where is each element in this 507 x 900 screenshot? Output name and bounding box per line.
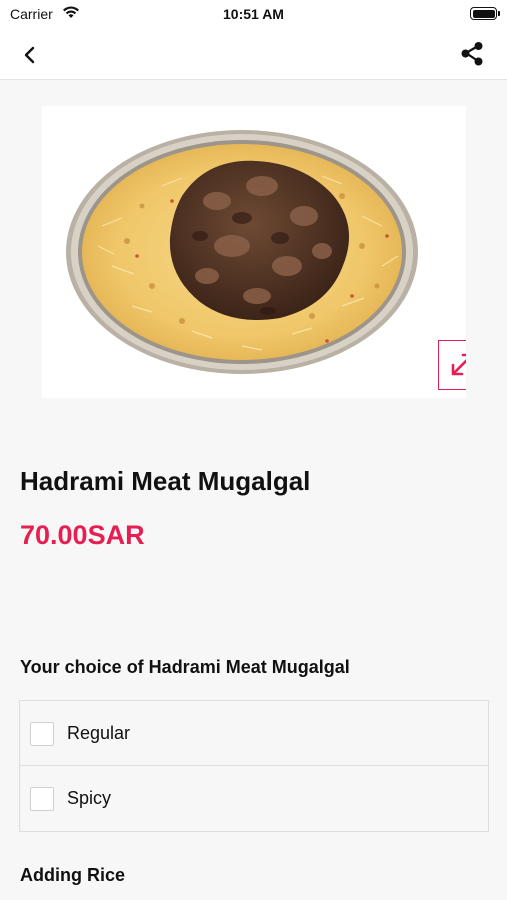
share-button[interactable] bbox=[457, 39, 487, 69]
choice-section-heading: Your choice of Hadrami Meat Mugalgal bbox=[20, 657, 350, 677]
product-price: 70.00SAR bbox=[20, 520, 145, 550]
nav-bar bbox=[0, 28, 507, 80]
option-regular[interactable]: Regular bbox=[20, 701, 488, 766]
chevron-left-icon bbox=[24, 46, 35, 64]
spicy-checkbox[interactable] bbox=[30, 787, 54, 811]
choice-options: Regular Spicy bbox=[19, 700, 489, 832]
status-time: 10:51 AM bbox=[223, 6, 284, 22]
status-bar: Carrier 10:51 AM bbox=[0, 0, 507, 28]
expand-arrows-icon bbox=[451, 353, 466, 376]
regular-checkbox[interactable] bbox=[30, 722, 54, 746]
option-spicy[interactable]: Spicy bbox=[20, 766, 488, 831]
back-button[interactable] bbox=[14, 40, 44, 70]
battery-level bbox=[472, 9, 495, 18]
dish-photo bbox=[66, 130, 418, 374]
share-icon bbox=[461, 42, 483, 66]
product-image[interactable] bbox=[42, 106, 466, 398]
option-label: Regular bbox=[67, 723, 131, 743]
option-label: Spicy bbox=[67, 788, 112, 808]
rice-section-heading: Adding Rice bbox=[20, 865, 126, 885]
expand-image-button[interactable] bbox=[438, 340, 466, 390]
battery-icon bbox=[470, 7, 500, 20]
product-title: Hadrami Meat Mugalgal bbox=[20, 466, 311, 496]
